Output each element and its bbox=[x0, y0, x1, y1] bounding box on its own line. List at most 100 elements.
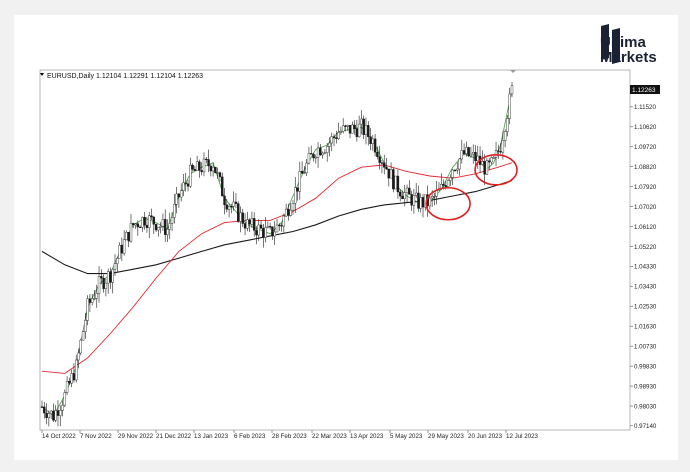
candle-body bbox=[45, 412, 48, 418]
candle-body bbox=[298, 171, 302, 192]
y-tick-label: 1.07920 bbox=[634, 184, 657, 191]
x-tick-label: 14 Oct 2022 bbox=[42, 433, 76, 440]
candle bbox=[394, 175, 397, 190]
x-tick-label: 29 May 2023 bbox=[428, 433, 464, 440]
candle-body bbox=[248, 219, 251, 225]
candle-body bbox=[321, 152, 324, 156]
y-tick-label: 1.06120 bbox=[634, 224, 657, 231]
candle-body bbox=[337, 132, 340, 139]
candle-body bbox=[65, 381, 69, 393]
candle-body bbox=[223, 195, 226, 206]
candle-body bbox=[84, 320, 87, 332]
candle-body bbox=[467, 147, 470, 157]
candle bbox=[81, 330, 85, 341]
candle-body bbox=[410, 194, 413, 206]
candle-body bbox=[136, 223, 140, 228]
candle-body bbox=[360, 118, 363, 125]
candle-body bbox=[503, 131, 507, 141]
y-tick-label: 1.02530 bbox=[634, 304, 657, 311]
candle-body bbox=[314, 157, 317, 159]
candle-body bbox=[175, 193, 178, 205]
candle-body bbox=[355, 128, 359, 137]
candle-body bbox=[116, 258, 119, 264]
y-tick-label: 1.00730 bbox=[634, 343, 657, 350]
candle-body bbox=[122, 239, 126, 254]
candle-body bbox=[109, 271, 112, 283]
candle-body bbox=[88, 298, 92, 303]
candle-body bbox=[476, 155, 479, 162]
candle-body bbox=[351, 124, 354, 134]
candle-body bbox=[353, 124, 356, 129]
candle bbox=[392, 167, 395, 193]
candle-body bbox=[237, 203, 240, 222]
candle-body bbox=[266, 226, 270, 228]
candle-body bbox=[325, 146, 329, 153]
candle-body bbox=[487, 160, 491, 163]
candle-body bbox=[43, 406, 46, 414]
candle-body bbox=[417, 192, 420, 209]
candle-body bbox=[164, 219, 167, 235]
candle-body bbox=[339, 131, 343, 133]
candle-body bbox=[252, 218, 256, 231]
candle-body bbox=[460, 150, 464, 160]
plot-area bbox=[39, 69, 631, 431]
candle-body bbox=[173, 203, 176, 218]
candle-body bbox=[456, 168, 459, 171]
candle-body bbox=[159, 226, 162, 228]
candle-body bbox=[316, 147, 320, 158]
candle-body bbox=[259, 224, 263, 229]
candle-body bbox=[241, 212, 244, 224]
candle-body bbox=[120, 245, 124, 254]
candle-body bbox=[198, 161, 201, 171]
candle-body bbox=[330, 136, 333, 144]
candle-body bbox=[408, 187, 411, 195]
candle-body bbox=[49, 410, 53, 414]
candle-body bbox=[250, 218, 254, 225]
x-tick-label: 6 Feb 2023 bbox=[234, 433, 266, 440]
candle-body bbox=[154, 224, 158, 231]
candle-body bbox=[414, 192, 418, 196]
candle-body bbox=[268, 226, 272, 228]
candle-body bbox=[166, 229, 169, 235]
y-tick-label: 0.98930 bbox=[634, 383, 657, 390]
candle-body bbox=[125, 232, 128, 240]
candle-body bbox=[232, 201, 235, 207]
candle-body bbox=[161, 219, 165, 227]
candle-body bbox=[392, 169, 395, 190]
candle-body bbox=[305, 162, 308, 173]
x-tick-label: 5 May 2023 bbox=[390, 433, 423, 440]
candle-body bbox=[310, 153, 313, 155]
candle-body bbox=[328, 142, 331, 147]
candle-body bbox=[170, 217, 174, 224]
candle-body bbox=[234, 201, 238, 204]
candle-body bbox=[371, 138, 375, 144]
candle-body bbox=[90, 298, 94, 303]
candle-body bbox=[118, 245, 121, 259]
candle-body bbox=[54, 410, 57, 421]
candle-body bbox=[72, 373, 76, 381]
candle-body bbox=[275, 224, 279, 233]
candle-body bbox=[68, 381, 71, 384]
candle-body bbox=[344, 125, 347, 127]
candle-body bbox=[483, 161, 486, 175]
candle-body bbox=[364, 125, 368, 135]
candle-body bbox=[396, 175, 400, 193]
candle-body bbox=[428, 197, 432, 207]
candle-body bbox=[246, 219, 249, 229]
candle-body bbox=[79, 339, 82, 354]
candle-body bbox=[218, 172, 222, 178]
candle-body bbox=[481, 161, 484, 165]
candle-body bbox=[202, 158, 206, 173]
candle-body bbox=[77, 352, 80, 361]
y-tick-label: 1.04330 bbox=[634, 264, 657, 271]
candle-body bbox=[312, 153, 315, 159]
candle-body bbox=[492, 157, 495, 159]
chart-header: EURUSD,Daily 1.12104 1.12291 1.12104 1.1… bbox=[47, 73, 203, 80]
candle-body bbox=[129, 223, 133, 242]
candle-body bbox=[111, 269, 114, 283]
y-tick-label: 1.01630 bbox=[634, 323, 657, 330]
candle-body bbox=[200, 170, 203, 173]
candle-body bbox=[262, 227, 265, 238]
candle-body bbox=[209, 165, 213, 172]
candle-body bbox=[499, 151, 502, 153]
